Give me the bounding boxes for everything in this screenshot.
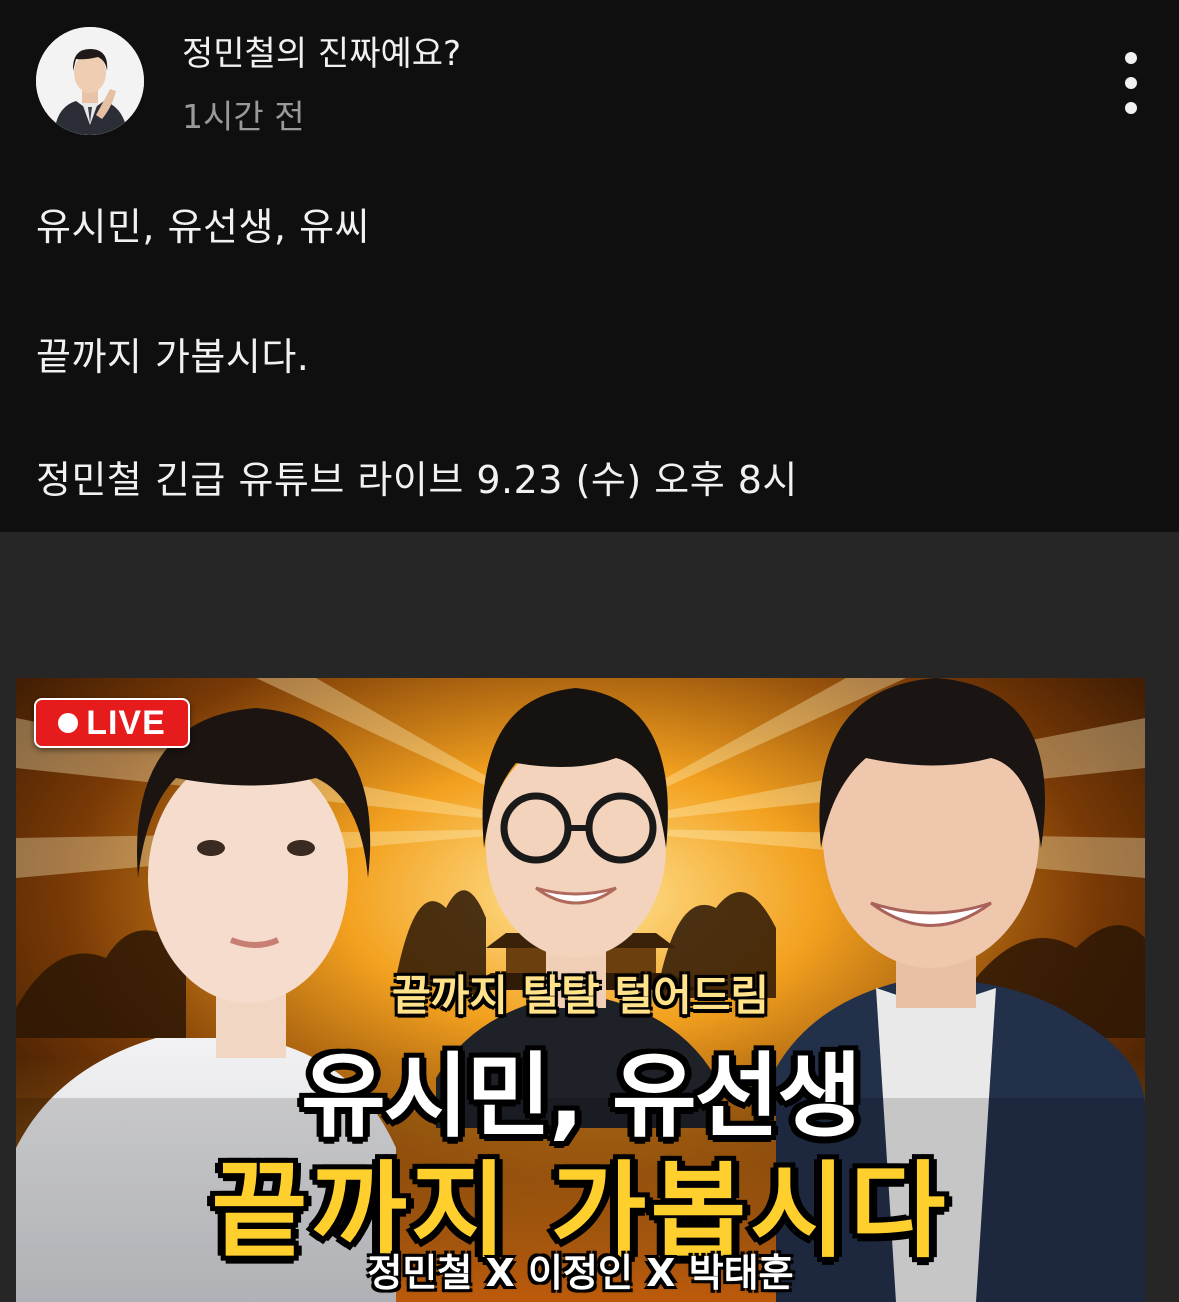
avatar-person-icon bbox=[36, 27, 144, 135]
more-vertical-icon-dot bbox=[1125, 77, 1137, 89]
video-thumbnail[interactable]: LIVE 끝까지 탈탈 털어드림 유시민, 유선생 끝까지 가봅시다 정민철 X… bbox=[16, 678, 1145, 1302]
live-label: LIVE bbox=[86, 703, 166, 742]
post-text-line: 정민철 긴급 유튜브 라이브 9.23 (수) 오후 8시 bbox=[36, 458, 798, 502]
post-text-line: 유시민, 유선생, 유씨 bbox=[36, 205, 370, 249]
more-vertical-icon bbox=[1125, 52, 1137, 64]
live-badge: LIVE bbox=[34, 698, 190, 748]
channel-avatar[interactable] bbox=[36, 27, 144, 135]
channel-name[interactable]: 정민철의 진짜예요? bbox=[182, 26, 461, 75]
thumbnail-subtitle: 끝까지 탈탈 털어드림 bbox=[391, 971, 769, 1020]
community-post: 정민철의 진짜예요? 1시간 전 유시민, 유선생, 유씨 끝까지 가봅시다. … bbox=[0, 0, 1179, 532]
thumbnail-guest-names: 정민철 X 이정인 X 박태훈 bbox=[367, 1251, 794, 1295]
more-vertical-icon-dot bbox=[1125, 102, 1137, 114]
post-media: LIVE 끝까지 탈탈 털어드림 유시민, 유선생 끝까지 가봅시다 정민철 X… bbox=[0, 532, 1179, 1302]
post-timestamp: 1시간 전 bbox=[182, 97, 305, 136]
post-text-line: 끝까지 가봅시다. bbox=[36, 335, 310, 379]
more-options-button[interactable] bbox=[1106, 52, 1156, 114]
live-dot-icon bbox=[58, 713, 79, 733]
